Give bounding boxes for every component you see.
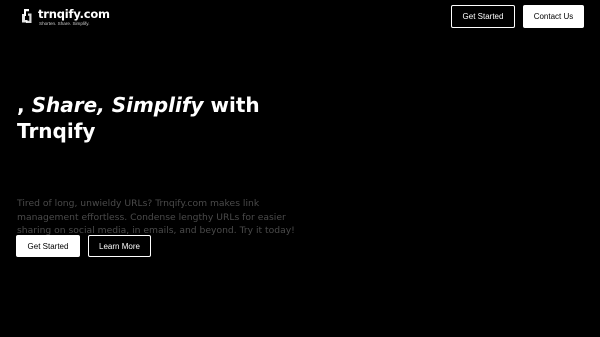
nav-get-started-button[interactable]: Get Started	[451, 5, 515, 28]
hero-title: , Share, Simplify with Trnqify	[17, 92, 317, 144]
hero-description: Tired of long, unwieldy URLs? Trnqify.co…	[17, 198, 295, 236]
site-header: trnqify.com Shorten. Share. Simplify. Ge…	[0, 0, 600, 32]
nav-contact-us-button[interactable]: Contact Us	[523, 5, 584, 28]
brand-logo[interactable]: trnqify.com Shorten. Share. Simplify.	[20, 8, 110, 27]
hero-title-emphasis: Share, Simplify	[31, 93, 204, 117]
brand-text: trnqify.com Shorten. Share. Simplify.	[38, 8, 110, 27]
hero-title-prefix: ,	[17, 93, 32, 117]
hero-learn-more-button[interactable]: Learn More	[88, 235, 151, 257]
hero-get-started-button[interactable]: Get Started	[16, 235, 80, 257]
brand-tagline: Shorten. Share. Simplify.	[39, 21, 90, 26]
landing-page: trnqify.com Shorten. Share. Simplify. Ge…	[0, 0, 600, 337]
link-chain-icon	[22, 9, 32, 23]
brand-name: trnqify.com	[38, 7, 110, 21]
